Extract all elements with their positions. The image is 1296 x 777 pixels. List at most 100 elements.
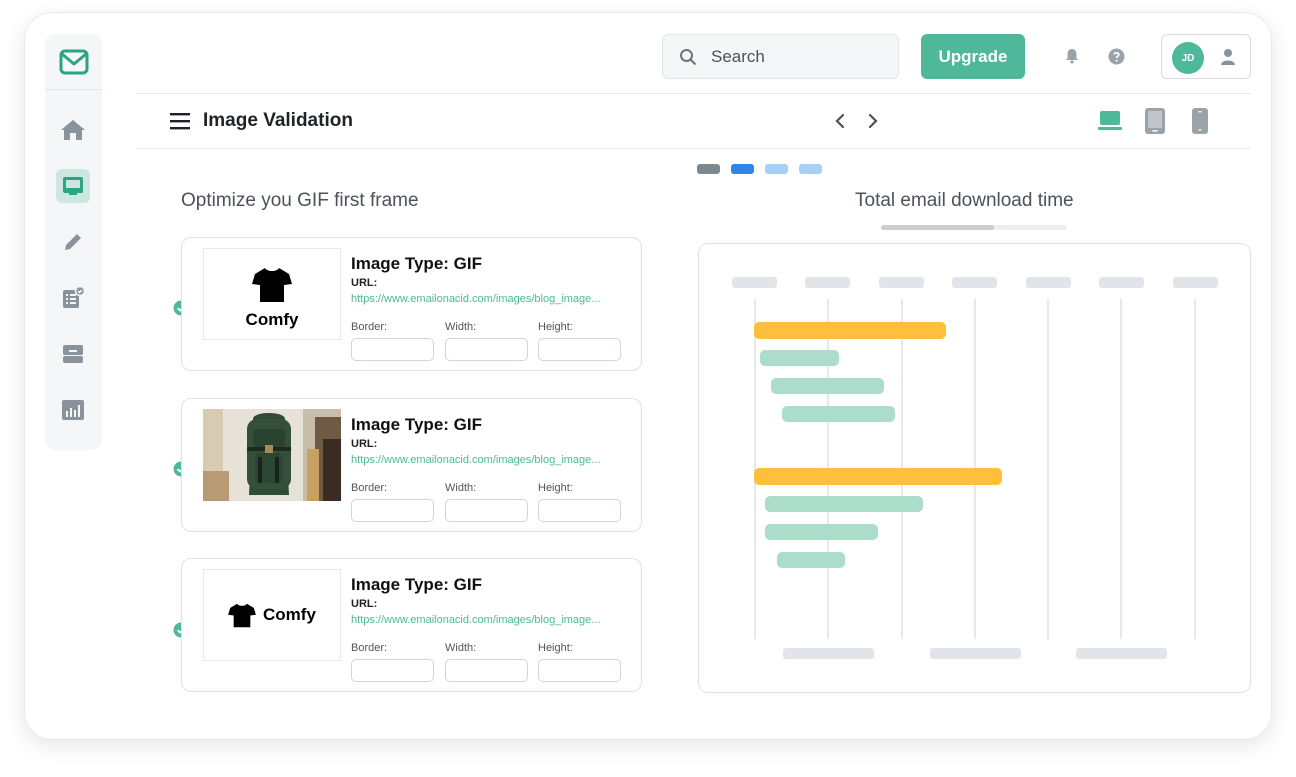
column-label-placeholder xyxy=(732,277,777,288)
image-url-link[interactable]: https://www.emailonacid.com/images/blog_… xyxy=(351,614,600,626)
height-label: Height: xyxy=(538,321,573,333)
tablet-view-icon[interactable] xyxy=(1143,107,1167,135)
sidebar-item-editor[interactable] xyxy=(56,225,90,259)
image-card[interactable]: Comfy Image Type: GIF URL: https://www.e… xyxy=(181,558,642,692)
next-button[interactable] xyxy=(865,112,881,130)
toolbar-divider xyxy=(136,148,1251,149)
pager-dot[interactable] xyxy=(765,164,788,174)
axis-label-placeholder xyxy=(783,648,874,659)
image-url-link[interactable]: https://www.emailonacid.com/images/blog_… xyxy=(351,454,600,466)
backpack-photo xyxy=(203,409,341,501)
search-input[interactable]: Search xyxy=(711,47,765,67)
column-label-placeholder xyxy=(805,277,850,288)
mail-logo-icon[interactable] xyxy=(59,49,89,75)
page-title: Image Validation xyxy=(203,110,353,131)
width-input[interactable] xyxy=(445,499,528,522)
image-type-label: Image Type: GIF xyxy=(351,415,482,434)
sidebar-item-analytics[interactable] xyxy=(56,393,90,427)
border-label: Border: xyxy=(351,321,388,333)
height-input[interactable] xyxy=(538,338,621,361)
upgrade-button[interactable]: Upgrade xyxy=(921,34,1025,79)
height-input[interactable] xyxy=(538,659,621,682)
chevron-right-icon xyxy=(868,113,878,129)
waterfall-bar xyxy=(782,406,895,422)
sidebar-divider xyxy=(45,89,102,90)
sidebar-item-checklist[interactable] xyxy=(56,281,90,315)
border-label: Border: xyxy=(351,642,388,654)
inbox-icon xyxy=(63,177,83,195)
sidebar xyxy=(45,34,102,450)
waterfall-bar xyxy=(765,496,923,512)
border-input[interactable] xyxy=(351,499,434,522)
url-label: URL: xyxy=(351,438,378,450)
width-label: Width: xyxy=(445,642,477,654)
width-input[interactable] xyxy=(445,338,528,361)
image-thumbnail[interactable]: Comfy xyxy=(203,569,341,661)
layers-icon xyxy=(63,345,83,363)
user-icon xyxy=(1221,49,1235,65)
pager-dot[interactable] xyxy=(799,164,822,174)
image-type-label: Image Type: GIF xyxy=(351,254,482,273)
checklist-icon xyxy=(63,286,85,308)
waterfall-bar xyxy=(760,350,839,366)
chevron-left-icon xyxy=(835,113,845,129)
help-icon xyxy=(1108,48,1124,64)
hamburger-menu-icon[interactable] xyxy=(170,112,190,130)
sidebar-item-layers[interactable] xyxy=(56,337,90,371)
image-type-label: Image Type: GIF xyxy=(351,575,482,594)
waterfall-bar xyxy=(765,524,878,540)
image-card[interactable]: Image Type: GIF URL: https://www.emailon… xyxy=(181,398,642,532)
border-label: Border: xyxy=(351,482,388,494)
pencil-icon xyxy=(65,234,81,250)
pager-dot-active[interactable] xyxy=(731,164,754,174)
column-label-placeholder xyxy=(952,277,997,288)
image-url-link[interactable]: https://www.emailonacid.com/images/blog_… xyxy=(351,293,600,305)
image-thumbnail[interactable] xyxy=(203,409,341,501)
height-label: Height: xyxy=(538,482,573,494)
search-box[interactable]: Search xyxy=(662,34,899,79)
url-label: URL: xyxy=(351,598,378,610)
left-panel-title: Optimize you GIF first frame xyxy=(181,190,419,211)
tshirt-icon xyxy=(252,268,292,302)
width-label: Width: xyxy=(445,482,477,494)
tshirt-icon xyxy=(228,603,256,628)
help-button[interactable] xyxy=(1106,46,1126,66)
analytics-icon xyxy=(62,400,84,420)
sidebar-item-inbox[interactable] xyxy=(56,169,90,203)
download-progress-fill xyxy=(881,225,995,230)
pager-dot[interactable] xyxy=(697,164,720,174)
url-label: URL: xyxy=(351,277,378,289)
download-time-chart xyxy=(698,243,1251,693)
column-label-placeholder xyxy=(1099,277,1144,288)
waterfall-bar-main xyxy=(754,468,1002,485)
comfy-logo-text: Comfy xyxy=(245,310,299,329)
waterfall-bar-main xyxy=(754,322,946,339)
image-thumbnail[interactable]: Comfy xyxy=(203,248,341,340)
sidebar-item-home[interactable] xyxy=(56,113,90,147)
width-input[interactable] xyxy=(445,659,528,682)
avatar[interactable]: JD xyxy=(1172,42,1204,74)
column-label-placeholder xyxy=(1173,277,1218,288)
column-label-placeholder xyxy=(879,277,924,288)
column-label-placeholder xyxy=(1026,277,1071,288)
comfy-logo-text: Comfy xyxy=(263,605,316,624)
download-progress-bar xyxy=(881,225,1067,230)
border-input[interactable] xyxy=(351,338,434,361)
axis-label-placeholder xyxy=(1076,648,1167,659)
waterfall-chart xyxy=(732,277,1218,659)
right-panel-title: Total email download time xyxy=(855,190,1074,211)
user-menu[interactable]: JD xyxy=(1161,34,1251,79)
height-label: Height: xyxy=(538,642,573,654)
image-card[interactable]: Comfy Image Type: GIF URL: https://www.e… xyxy=(181,237,642,371)
notification-button[interactable] xyxy=(1062,46,1082,66)
desktop-view-icon[interactable] xyxy=(1097,107,1123,133)
height-input[interactable] xyxy=(538,499,621,522)
home-icon xyxy=(61,120,85,140)
prev-button[interactable] xyxy=(832,112,848,130)
search-icon xyxy=(680,48,697,65)
bell-icon xyxy=(1066,49,1078,64)
waterfall-bar xyxy=(771,378,884,394)
border-input[interactable] xyxy=(351,659,434,682)
width-label: Width: xyxy=(445,321,477,333)
mobile-view-icon[interactable] xyxy=(1190,107,1210,135)
